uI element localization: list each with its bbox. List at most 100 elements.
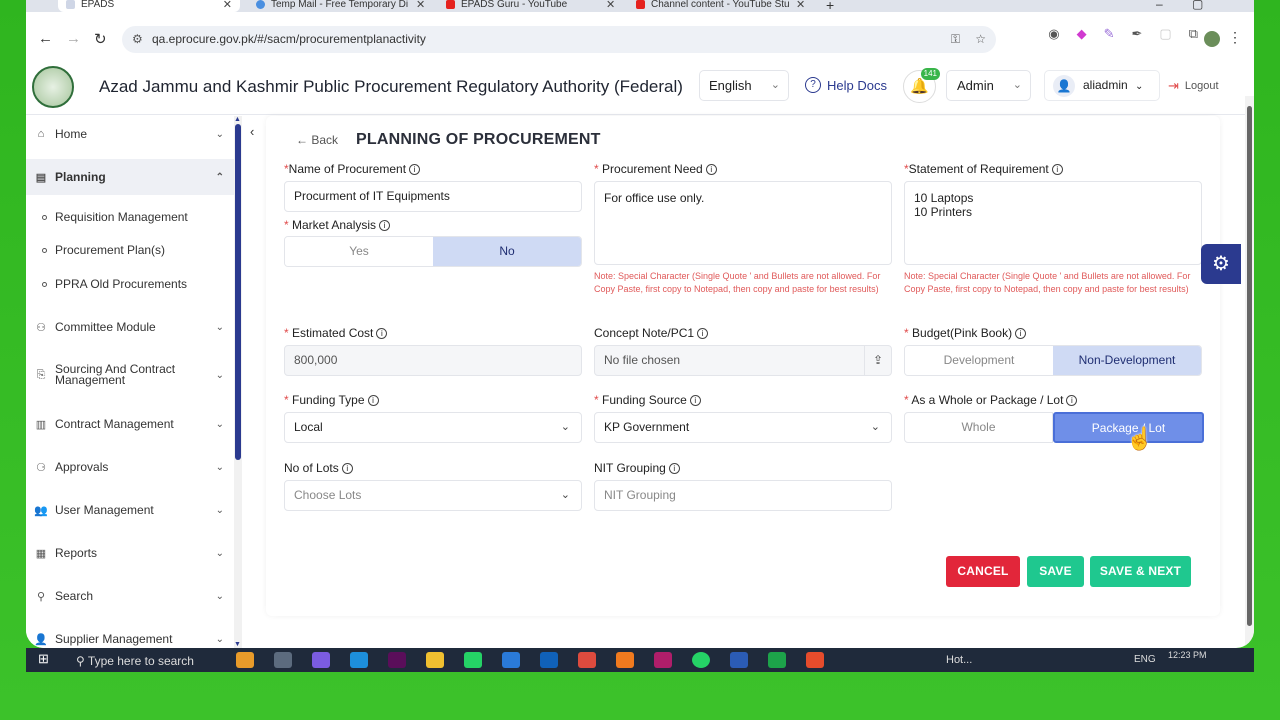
sidebar-sub-ppra-old[interactable]: PPRA Old Procurements [42, 277, 187, 291]
pen-icon[interactable]: ✎ [1104, 26, 1115, 42]
funding-type-select[interactable]: Local ⌄ [284, 412, 582, 443]
menu-dots-icon[interactable]: ⋮ [1228, 29, 1242, 46]
word-icon[interactable] [730, 652, 748, 668]
app-icon[interactable] [236, 652, 254, 668]
search-icon: ⚲ [76, 654, 88, 668]
sidebar-scrollbar[interactable]: ▲ ▼ [234, 116, 242, 648]
camera-icon[interactable]: ◉ [1048, 26, 1059, 42]
task-view-icon[interactable] [274, 652, 292, 668]
app-icon-3[interactable] [806, 652, 824, 668]
whatsapp-desktop-icon[interactable] [692, 652, 710, 668]
cancel-button[interactable]: CANCEL [946, 556, 1020, 587]
sidebar-sub-requisition[interactable]: Requisition Management [42, 210, 188, 224]
square-icon[interactable]: ▢ [1159, 26, 1171, 42]
sidebar-item-reports[interactable]: ▦ Reports ⌄ [26, 535, 234, 571]
sidebar-item-home[interactable]: ⌂ Home ⌄ [26, 116, 234, 152]
collapse-sidebar-icon[interactable]: ‹ [250, 124, 254, 139]
excel-icon[interactable] [768, 652, 786, 668]
outlook-icon[interactable] [540, 652, 558, 668]
scroll-thumb[interactable] [235, 124, 241, 460]
need-textarea[interactable]: For office use only. [594, 181, 892, 265]
chrome-icon[interactable] [578, 652, 596, 668]
profile-avatar[interactable] [1204, 31, 1220, 47]
sidebar-item-search[interactable]: ⚲ Search ⌄ [26, 578, 234, 614]
close-icon[interactable]: ✕ [796, 0, 805, 11]
info-icon: i [379, 220, 391, 231]
logout-button[interactable]: ⇥ Logout [1168, 78, 1219, 94]
sidebar-item-user-management[interactable]: 👥 User Management ⌄ [26, 492, 234, 528]
whole-option[interactable]: Whole [904, 412, 1053, 443]
budget-development-option[interactable]: Development [905, 346, 1053, 375]
name-input[interactable]: Procurment of IT Equipments [284, 181, 582, 212]
sidebar-item-committee[interactable]: ⚇ Committee Module ⌄ [26, 309, 234, 345]
scroll-down-icon[interactable]: ▼ [234, 641, 241, 648]
close-icon[interactable]: ✕ [606, 0, 615, 11]
info-icon: i [689, 395, 701, 406]
help-docs-link[interactable]: ? Help Docs [805, 77, 887, 93]
folder-icon[interactable] [426, 652, 444, 668]
edge-icon[interactable] [350, 652, 368, 668]
back-button[interactable]: ← Back [296, 133, 338, 147]
notification-button[interactable]: 🔔 141 [903, 68, 940, 103]
scroll-thumb[interactable] [1247, 106, 1252, 626]
firefox-icon[interactable] [616, 652, 634, 668]
new-tab-icon[interactable]: + [826, 0, 834, 13]
eyedropper-icon[interactable]: ✒ [1132, 26, 1143, 42]
sidebar-sub-procurement-plans[interactable]: Procurement Plan(s) [42, 243, 165, 257]
puzzle-icon[interactable]: ⧉ [1189, 26, 1198, 42]
clock[interactable]: 12:23 PM [1168, 650, 1207, 660]
windows-start-icon[interactable]: ⊞ [38, 651, 49, 667]
dreamweaver-icon[interactable] [388, 652, 406, 668]
sidebar-item-planning[interactable]: ▤ Planning ⌃ [26, 159, 234, 195]
scroll-up-icon[interactable]: ▲ [234, 116, 241, 123]
extension-icon[interactable]: ◆ [1077, 26, 1087, 42]
info-icon: i [367, 395, 379, 406]
sor-textarea[interactable]: 10 Laptops 10 Printers [904, 181, 1202, 265]
settings-gear-icon[interactable]: ⚙ [1201, 244, 1241, 284]
lots-select[interactable]: Choose Lots ⌄ [284, 480, 582, 511]
funding-source-select[interactable]: KP Government ⌄ [594, 412, 892, 443]
page-scrollbar[interactable] [1245, 96, 1254, 648]
language-select[interactable]: English ⌄ [699, 70, 789, 101]
language-indicator[interactable]: ENG [1134, 654, 1156, 665]
save-button[interactable]: SAVE [1027, 556, 1084, 587]
key-icon[interactable]: ⚿ [951, 26, 960, 53]
weather-widget[interactable]: Hot... [946, 654, 972, 666]
store-icon[interactable] [502, 652, 520, 668]
tab-temp-mail[interactable]: Temp Mail - Free Temporary Di ✕ [256, 0, 426, 12]
app-icon-2[interactable] [654, 652, 672, 668]
close-icon[interactable]: ✕ [416, 0, 425, 11]
upload-icon[interactable]: ⇪ [863, 346, 883, 375]
whatsapp-icon[interactable] [464, 652, 482, 668]
market-yes-option[interactable]: Yes [285, 237, 433, 266]
reload-icon[interactable]: ↻ [94, 30, 107, 48]
sidebar-item-contract[interactable]: ▥ Contract Management ⌄ [26, 406, 234, 442]
copilot-icon[interactable] [312, 652, 330, 668]
sidebar-item-approvals[interactable]: ⚆ Approvals ⌄ [26, 449, 234, 485]
minimize-icon[interactable]: – [1156, 0, 1163, 11]
concept-file-input[interactable]: No file chosen ⇪ [594, 345, 892, 376]
market-no-option[interactable]: No [433, 237, 581, 266]
taskbar-search[interactable]: ⚲ Type here to search [76, 654, 194, 668]
search-icon: ⚲ [36, 590, 46, 603]
site-info-icon[interactable]: ⚙ [132, 26, 143, 53]
cost-input[interactable]: 800,000 [284, 345, 582, 376]
budget-nondevelopment-option[interactable]: Non-Development [1053, 346, 1201, 375]
save-next-button[interactable]: SAVE & NEXT [1090, 556, 1191, 587]
question-icon: ? [805, 77, 821, 93]
nit-grouping-input[interactable]: NIT Grouping [594, 480, 892, 511]
tab-epads[interactable]: EPADS ✕ [58, 0, 240, 12]
tab-channel-content[interactable]: Channel content - YouTube Stu ✕ [636, 0, 806, 12]
sidebar-item-supplier[interactable]: 👤 Supplier Management ⌄ [26, 621, 234, 648]
url-input[interactable]: ⚙ qa.eprocure.gov.pk/#/sacm/procurementp… [122, 26, 996, 53]
user-menu[interactable]: 👤 aliadmin ⌄ [1044, 70, 1160, 101]
budget-toggle: Development Non-Development [904, 345, 1202, 376]
close-icon[interactable]: ✕ [223, 0, 232, 11]
star-icon[interactable]: ☆ [975, 26, 986, 53]
back-arrow-icon[interactable]: ← [38, 30, 53, 47]
sidebar-item-sourcing[interactable]: ⎘ Sourcing And Contract Management ⌄ [26, 357, 234, 393]
tab-epads-guru[interactable]: EPADS Guru - YouTube ✕ [446, 0, 616, 12]
forward-arrow-icon[interactable]: → [66, 30, 81, 47]
role-select[interactable]: Admin ⌄ [946, 70, 1031, 101]
maximize-icon[interactable]: ▢ [1192, 0, 1203, 11]
